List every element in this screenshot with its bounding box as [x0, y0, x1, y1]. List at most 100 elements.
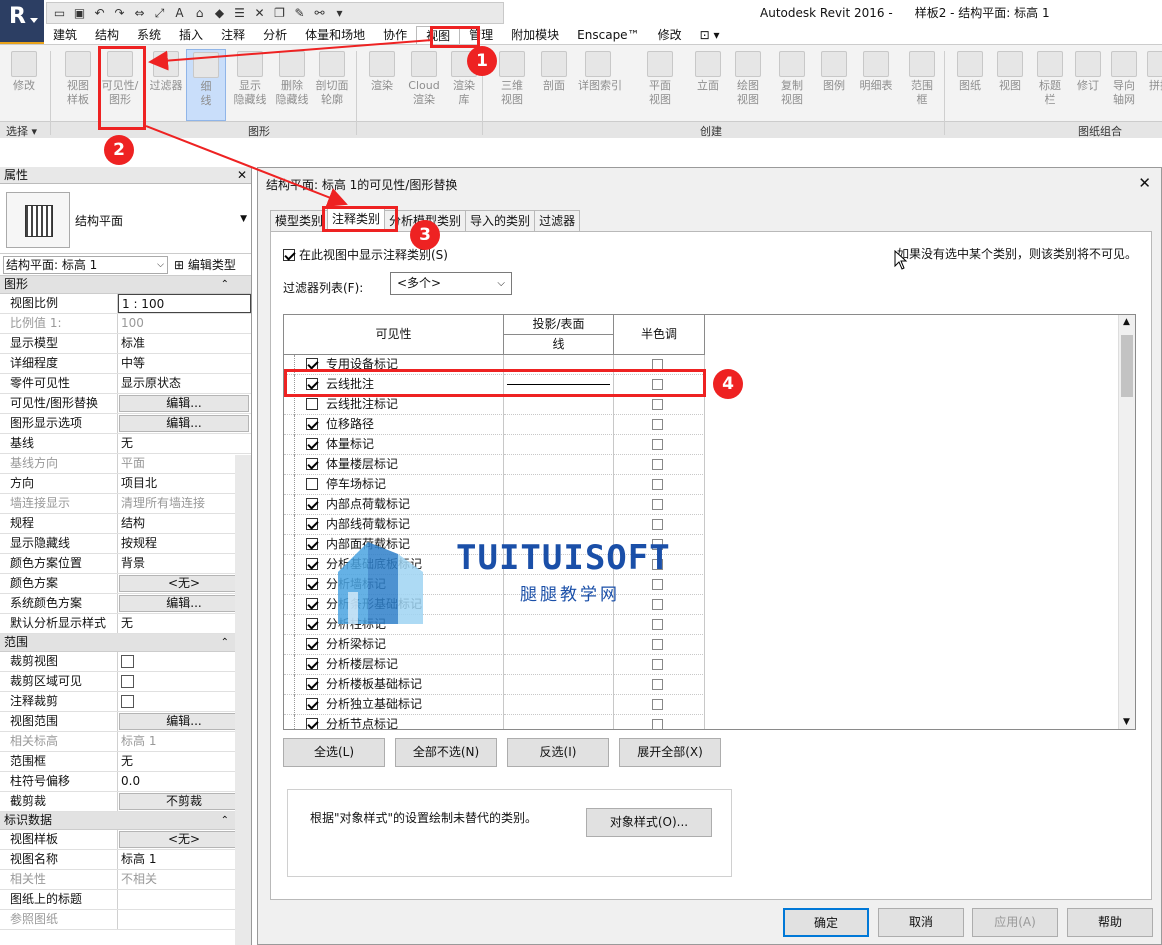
- property-checkbox[interactable]: [121, 695, 134, 708]
- category-visibility-checkbox[interactable]: [306, 698, 318, 710]
- tab-7[interactable]: 协作: [374, 26, 416, 44]
- ribbon-button-16[interactable]: 绘图 视图: [728, 49, 768, 121]
- category-visibility-checkbox[interactable]: [306, 438, 318, 450]
- tab-5[interactable]: 分析: [254, 26, 296, 44]
- select-none-button[interactable]: 全部不选(N): [395, 738, 497, 767]
- projection-line-cell[interactable]: [504, 475, 614, 495]
- application-menu-button[interactable]: R: [0, 0, 44, 44]
- ribbon-button-15[interactable]: 立面: [688, 49, 728, 121]
- halftone-checkbox[interactable]: [652, 639, 663, 650]
- property-value-cell[interactable]: 0.0: [118, 772, 251, 791]
- property-value-cell[interactable]: 无: [118, 752, 251, 771]
- view-instance-dropdown[interactable]: 结构平面: 标高 1 ⌵: [3, 256, 168, 274]
- property-checkbox[interactable]: [121, 675, 134, 688]
- ribbon-button-3[interactable]: 过滤器: [146, 49, 186, 121]
- category-row[interactable]: 分析楼板基础标记: [284, 675, 705, 695]
- object-styles-button[interactable]: 对象样式(O)...: [586, 808, 712, 837]
- ribbon-button-26[interactable]: 拼接: [1140, 49, 1162, 121]
- dialog-tab-4[interactable]: 过滤器: [534, 210, 581, 231]
- apply-button[interactable]: 应用(A): [972, 908, 1058, 937]
- tab-12[interactable]: 修改: [649, 26, 691, 44]
- category-visibility-checkbox[interactable]: [306, 518, 318, 530]
- property-value-cell[interactable]: 无: [118, 434, 251, 453]
- text-icon[interactable]: A: [171, 5, 188, 22]
- category-visibility-checkbox[interactable]: [306, 558, 318, 570]
- property-value-cell[interactable]: 无: [118, 614, 251, 633]
- projection-line-cell[interactable]: [504, 675, 614, 695]
- select-all-button[interactable]: 全选(L): [283, 738, 385, 767]
- halftone-checkbox[interactable]: [652, 499, 663, 510]
- collapse-icon[interactable]: ⌃: [221, 634, 229, 651]
- ribbon-button-22[interactable]: 视图: [990, 49, 1030, 121]
- halftone-checkbox[interactable]: [652, 679, 663, 690]
- open-icon[interactable]: ▭: [51, 5, 68, 22]
- category-visibility-checkbox[interactable]: [306, 678, 318, 690]
- thin-lines-qat-icon[interactable]: ☰: [231, 5, 248, 22]
- category-row[interactable]: 体量楼层标记: [284, 455, 705, 475]
- dimension-icon[interactable]: ⤢: [151, 5, 168, 22]
- category-row[interactable]: 分析独立基础标记: [284, 695, 705, 715]
- property-value-cell[interactable]: 结构: [118, 514, 251, 533]
- tab-6[interactable]: 体量和场地: [296, 26, 374, 44]
- measure-icon[interactable]: ⇔: [131, 5, 148, 22]
- ribbon-button-23[interactable]: 标题 栏: [1030, 49, 1070, 121]
- property-edit-button[interactable]: 编辑...: [119, 395, 249, 412]
- dialog-tab-3[interactable]: 导入的类别: [465, 210, 536, 231]
- ribbon-button-13[interactable]: 详图索引: [578, 49, 622, 121]
- halftone-checkbox[interactable]: [652, 699, 663, 710]
- category-visibility-checkbox[interactable]: [306, 398, 318, 410]
- property-group-header[interactable]: 标识数据 ⌃: [0, 812, 251, 830]
- tab-3[interactable]: 插入: [170, 26, 212, 44]
- ribbon-button-14[interactable]: 平面 视图: [640, 49, 680, 121]
- halftone-checkbox[interactable]: [652, 479, 663, 490]
- projection-line-cell[interactable]: [504, 655, 614, 675]
- halftone-checkbox[interactable]: [652, 659, 663, 670]
- collapse-icon[interactable]: ⌃: [221, 812, 229, 829]
- category-visibility-checkbox[interactable]: [306, 498, 318, 510]
- property-value-cell[interactable]: 标高 1: [118, 850, 251, 869]
- ribbon-options-icon[interactable]: ⊡ ▾: [691, 26, 729, 44]
- projection-line-cell[interactable]: [504, 415, 614, 435]
- ribbon-button-1[interactable]: 视图 样板: [58, 49, 98, 121]
- collapse-icon[interactable]: ⌃: [221, 276, 229, 293]
- category-visibility-checkbox[interactable]: [306, 658, 318, 670]
- category-visibility-checkbox[interactable]: [306, 578, 318, 590]
- ribbon-button-12[interactable]: 剖面: [534, 49, 574, 121]
- close-icon[interactable]: ✕: [237, 167, 247, 184]
- switch-windows-icon[interactable]: ❐: [271, 5, 288, 22]
- category-visibility-checkbox[interactable]: [306, 598, 318, 610]
- ribbon-button-6[interactable]: 删除 隐藏线: [272, 49, 312, 121]
- projection-line-cell[interactable]: [504, 715, 614, 729]
- redo-icon[interactable]: ↷: [111, 5, 128, 22]
- scroll-up-icon[interactable]: ▲: [1123, 317, 1130, 327]
- ribbon-button-11[interactable]: 三维 视图: [492, 49, 532, 121]
- property-edit-button[interactable]: 编辑...: [119, 595, 249, 612]
- property-group-header[interactable]: 范围 ⌃: [0, 634, 251, 652]
- projection-line-cell[interactable]: [504, 495, 614, 515]
- property-value-cell[interactable]: 显示原状态: [118, 374, 251, 393]
- property-edit-button[interactable]: <无>: [119, 575, 249, 592]
- property-group-header[interactable]: 图形 ⌃: [0, 276, 251, 294]
- edit-icon[interactable]: ✎: [291, 5, 308, 22]
- type-selector[interactable]: 结构平面 ▼: [0, 184, 251, 254]
- checkbox[interactable]: [283, 248, 295, 261]
- property-value-cell[interactable]: 按规程: [118, 534, 251, 553]
- category-row[interactable]: 内部点荷载标记: [284, 495, 705, 515]
- property-edit-button[interactable]: 不剪裁: [119, 793, 249, 810]
- property-value-cell[interactable]: [118, 890, 251, 909]
- halftone-checkbox[interactable]: [652, 439, 663, 450]
- category-row[interactable]: 体量标记: [284, 435, 705, 455]
- ribbon-button-8[interactable]: 渲染: [362, 49, 402, 121]
- projection-line-cell[interactable]: [504, 695, 614, 715]
- category-visibility-checkbox[interactable]: [306, 458, 318, 470]
- customize-qat-icon[interactable]: ▾: [331, 5, 348, 22]
- tab-4[interactable]: 注释: [212, 26, 254, 44]
- category-visibility-checkbox[interactable]: [306, 478, 318, 490]
- section-icon[interactable]: ◆: [211, 5, 228, 22]
- category-visibility-checkbox[interactable]: [306, 538, 318, 550]
- invert-selection-button[interactable]: 反选(I): [507, 738, 609, 767]
- category-row[interactable]: 分析节点标记: [284, 715, 705, 729]
- filter-list-dropdown[interactable]: <多个> ⌵: [390, 272, 512, 295]
- category-visibility-checkbox[interactable]: [306, 618, 318, 630]
- tab-10[interactable]: 附加模块: [502, 26, 568, 44]
